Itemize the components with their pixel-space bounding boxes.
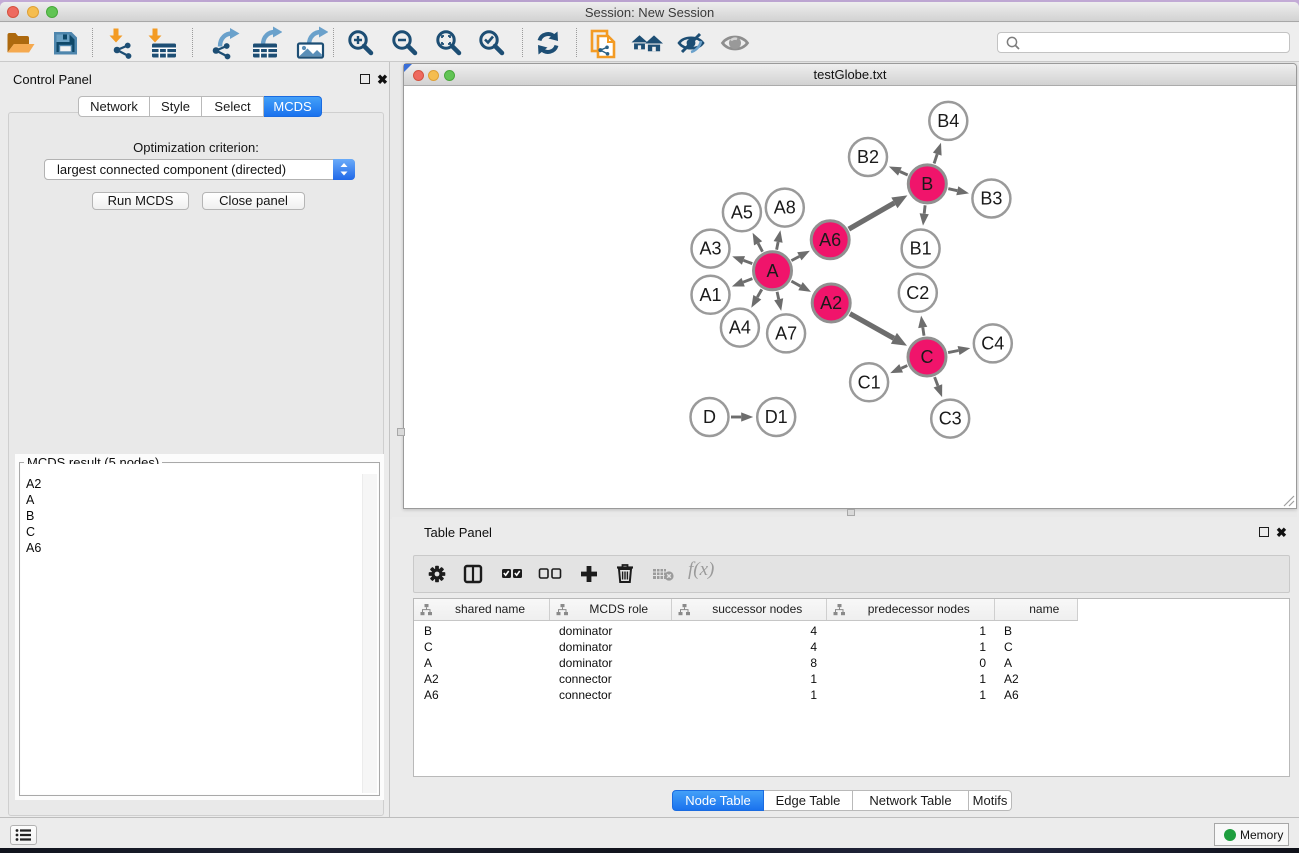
svg-text:A4: A4: [729, 318, 751, 338]
svg-text:A: A: [766, 261, 778, 281]
svg-text:A1: A1: [699, 285, 721, 305]
svg-text:A5: A5: [731, 202, 753, 222]
svg-text:B: B: [921, 174, 933, 194]
svg-text:C: C: [921, 347, 934, 367]
svg-text:B2: B2: [857, 147, 879, 167]
svg-text:D1: D1: [765, 407, 788, 427]
svg-text:B1: B1: [910, 239, 932, 259]
svg-text:C1: C1: [858, 372, 881, 392]
svg-text:A2: A2: [820, 293, 842, 313]
svg-text:A8: A8: [774, 198, 796, 218]
svg-text:A3: A3: [699, 239, 721, 259]
svg-text:B4: B4: [937, 111, 959, 131]
svg-text:C2: C2: [906, 283, 929, 303]
svg-text:C4: C4: [981, 333, 1004, 353]
svg-text:B3: B3: [980, 189, 1002, 209]
svg-text:C3: C3: [939, 409, 962, 429]
svg-text:A6: A6: [819, 230, 841, 250]
svg-text:A7: A7: [775, 323, 797, 343]
svg-text:D: D: [703, 407, 716, 427]
